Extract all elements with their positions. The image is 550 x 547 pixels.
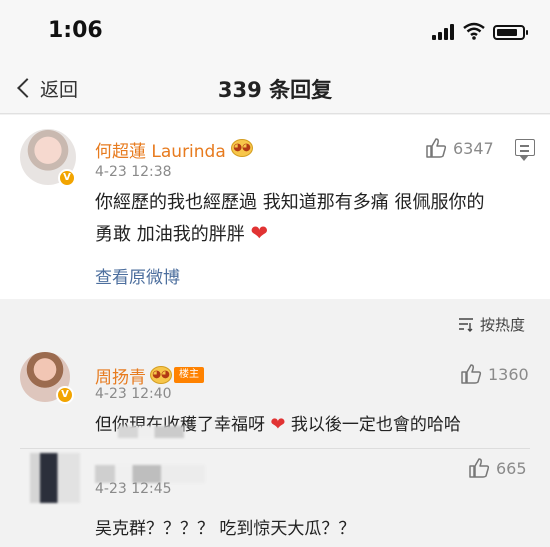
redacted-avatar (30, 453, 80, 503)
like-count: 665 (496, 458, 527, 478)
nav-bar: 返回 339 条回复 (0, 62, 550, 114)
thumbs-up-icon (461, 364, 482, 384)
reply-text-part-2: 我以後一定也會的哈哈 (290, 415, 461, 435)
sort-button[interactable]: 按热度 (458, 314, 525, 335)
comment-icon[interactable] (515, 139, 535, 161)
main-comment: V 何超蓮 Laurinda ◕◕ 4-23 12:38 6347 你經歷的我也… (0, 115, 550, 299)
reply-author-name[interactable]: 周扬青 (95, 363, 146, 388)
like-button[interactable]: 6347 (425, 137, 494, 159)
comment-text-line-2-wrap: 勇敢 加油我的胖胖 ❤ (95, 218, 535, 250)
sort-label: 按热度 (480, 316, 526, 334)
verified-badge-icon: V (58, 169, 76, 187)
reply-timestamp: 4-23 12:45 (95, 481, 172, 497)
comment-text-line-1: 你經歷的我也經歷過 我知道那有多痛 很佩服你的 (95, 192, 485, 213)
thumbs-up-icon (469, 458, 490, 478)
signal-icon (432, 24, 456, 40)
replies-list: V 周扬青 ◕◕ 楼主 4-23 12:40 1360 但你現在收穫了幸福呀 ❤… (0, 340, 550, 547)
status-bar: 1:06 (0, 0, 550, 62)
comment-text-line-2: 勇敢 加油我的胖胖 (95, 224, 245, 245)
reply-timestamp: 4-23 12:40 (95, 386, 172, 402)
heart-icon: ❤ (250, 221, 269, 245)
divider (20, 448, 530, 449)
like-count: 6347 (453, 138, 494, 158)
like-button[interactable]: 1360 (460, 363, 529, 385)
redacted-mark (118, 426, 184, 438)
comment-text: 你經歷的我也經歷過 我知道那有多痛 很佩服你的 勇敢 加油我的胖胖 ❤ (95, 187, 535, 250)
member-emoji-icon: ◕◕ (150, 366, 172, 384)
status-time: 1:06 (48, 18, 103, 43)
battery-icon (493, 25, 528, 40)
author-name[interactable]: 何超蓮 Laurinda (95, 137, 226, 162)
like-button[interactable]: 665 (468, 457, 527, 479)
view-original-link[interactable]: 查看原微博 (95, 263, 180, 288)
like-count: 1360 (488, 364, 529, 384)
wifi-icon (463, 22, 485, 40)
host-badge: 楼主 (174, 367, 204, 383)
reply-text: 吴克群？？？？ 吃到惊天大瓜？？ (95, 519, 356, 539)
heart-icon: ❤ (270, 414, 286, 435)
page-title: 339 条回复 (217, 78, 333, 102)
verified-badge-icon: V (56, 386, 74, 404)
thumbs-up-icon (426, 138, 447, 158)
member-emoji-icon: ◕◕ (231, 139, 253, 157)
timestamp: 4-23 12:38 (95, 164, 172, 180)
sort-row: 按热度 (0, 300, 550, 340)
sort-icon (459, 318, 473, 332)
